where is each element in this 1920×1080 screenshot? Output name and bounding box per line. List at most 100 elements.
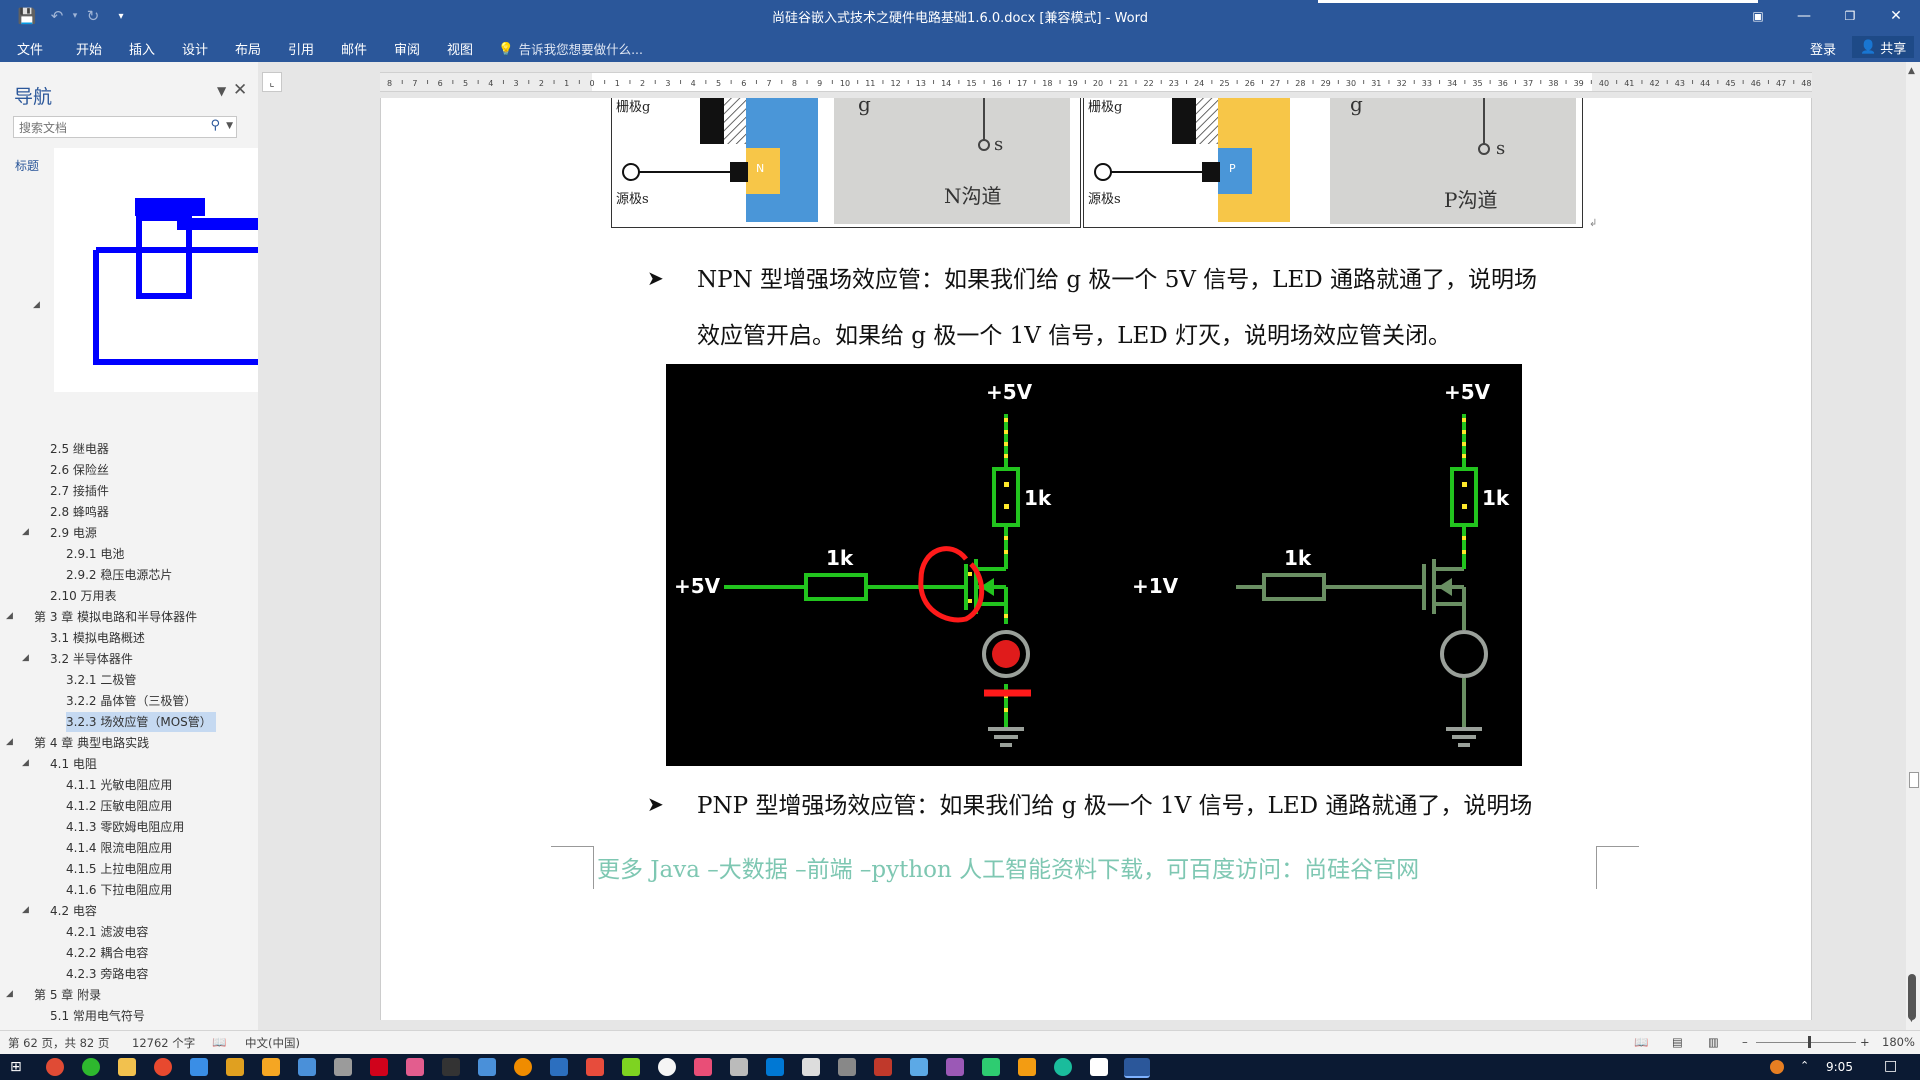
- tree-item[interactable]: 2.5 继电器: [50, 439, 113, 459]
- web-layout-icon[interactable]: ▥: [1708, 1035, 1719, 1049]
- title-search-box[interactable]: [1318, 0, 1758, 3]
- nav-options-icon[interactable]: ▼: [217, 84, 226, 98]
- ribbon-display-options-icon[interactable]: ▣: [1735, 0, 1781, 32]
- firefox-icon[interactable]: [514, 1058, 532, 1076]
- tab-references[interactable]: 引用: [288, 39, 314, 58]
- tree-item[interactable]: 4.1.4 限流电阻应用: [66, 838, 176, 858]
- app-icon[interactable]: [442, 1058, 460, 1076]
- app-icon[interactable]: [802, 1058, 820, 1076]
- vscode-icon[interactable]: [766, 1058, 784, 1076]
- tab-layout[interactable]: 布局: [235, 39, 261, 58]
- tray-expand-icon[interactable]: ⌃: [1800, 1059, 1809, 1072]
- app-icon[interactable]: [1054, 1058, 1072, 1076]
- tree-item[interactable]: 2.9.2 稳压电源芯片: [66, 565, 176, 585]
- tree-collapse-icon[interactable]: ◢: [22, 653, 32, 663]
- tree-item[interactable]: 4.1.3 零欧姆电阻应用: [66, 817, 188, 837]
- zoom-slider-thumb[interactable]: [1808, 1036, 1811, 1048]
- app-icon[interactable]: [694, 1058, 712, 1076]
- tree-item[interactable]: 第 3 章 模拟电路和半导体器件: [34, 607, 201, 627]
- wechat-icon[interactable]: [82, 1058, 100, 1076]
- app-icon[interactable]: [370, 1058, 388, 1076]
- login-link[interactable]: 登录: [1810, 39, 1836, 58]
- tree-item[interactable]: 2.9.1 电池: [66, 544, 128, 564]
- app-icon[interactable]: [478, 1058, 496, 1076]
- app-icon[interactable]: [874, 1058, 892, 1076]
- tab-home[interactable]: 开始: [76, 39, 102, 58]
- tab-view[interactable]: 视图: [447, 39, 473, 58]
- file-explorer-icon[interactable]: [118, 1058, 136, 1076]
- print-layout-icon[interactable]: ▤: [1672, 1035, 1683, 1049]
- app-icon[interactable]: [1090, 1058, 1108, 1076]
- tree-item[interactable]: 4.1 电阻: [50, 754, 101, 774]
- tree-item[interactable]: 3.2 半导体器件: [50, 649, 137, 669]
- tree-item[interactable]: 3.1 模拟电路概述: [50, 628, 149, 648]
- tree-collapse-icon[interactable]: ◢: [6, 989, 16, 999]
- notification-icon[interactable]: □: [1884, 1058, 1897, 1074]
- search-dropdown-icon[interactable]: ▼: [226, 121, 233, 131]
- tree-item[interactable]: 2.9 电源: [50, 523, 101, 543]
- tab-file[interactable]: 文件: [17, 39, 43, 58]
- zoom-slider[interactable]: [1756, 1042, 1856, 1043]
- nav-close-icon[interactable]: ✕: [233, 80, 247, 100]
- app-icon[interactable]: [1018, 1058, 1036, 1076]
- share-button[interactable]: 👤 共享: [1852, 36, 1915, 58]
- tree-collapse-icon[interactable]: ◢: [6, 737, 16, 747]
- tell-me-box[interactable]: 💡 告诉我您想要做什么...: [498, 39, 643, 58]
- app-icon[interactable]: [154, 1058, 172, 1076]
- word-count[interactable]: 12762 个字: [132, 1035, 195, 1051]
- scroll-up-icon[interactable]: ▲: [1908, 66, 1915, 76]
- tree-item[interactable]: 4.1.6 下拉电阻应用: [66, 880, 176, 900]
- read-mode-icon[interactable]: 📖: [1634, 1035, 1648, 1049]
- app-icon[interactable]: [334, 1058, 352, 1076]
- app-icon[interactable]: [838, 1058, 856, 1076]
- tab-review[interactable]: 审阅: [394, 39, 420, 58]
- app-icon[interactable]: [262, 1058, 280, 1076]
- tree-collapse-icon[interactable]: ◢: [6, 611, 16, 621]
- tree-item[interactable]: 4.1.5 上拉电阻应用: [66, 859, 176, 879]
- word-icon[interactable]: [1124, 1058, 1150, 1078]
- zoom-in-icon[interactable]: +: [1860, 1035, 1870, 1049]
- app-icon[interactable]: [550, 1058, 568, 1076]
- tree-item[interactable]: 4.2.3 旁路电容: [66, 964, 152, 984]
- app-icon[interactable]: [226, 1058, 244, 1076]
- clock[interactable]: 9:05: [1826, 1060, 1853, 1074]
- app-icon[interactable]: [982, 1058, 1000, 1076]
- tree-collapse-icon[interactable]: ◢: [22, 905, 32, 915]
- app-icon[interactable]: [190, 1058, 208, 1076]
- app-icon[interactable]: [946, 1058, 964, 1076]
- scroll-down-icon[interactable]: ▼: [1908, 1014, 1915, 1024]
- app-icon[interactable]: [730, 1058, 748, 1076]
- tree-item[interactable]: 2.10 万用表: [50, 586, 121, 606]
- restore-icon[interactable]: ❐: [1827, 0, 1873, 32]
- tree-item[interactable]: 4.2 电容: [50, 901, 101, 921]
- zoom-out-icon[interactable]: –: [1742, 1035, 1748, 1049]
- tree-item[interactable]: 2.8 蜂鸣器: [50, 502, 113, 522]
- tree-item[interactable]: 3.2.1 二极管: [66, 670, 140, 690]
- tree-item[interactable]: 4.2.1 滤波电容: [66, 922, 152, 942]
- chrome-icon[interactable]: [46, 1058, 64, 1076]
- zoom-level[interactable]: 180%: [1882, 1035, 1915, 1049]
- document-page[interactable]: 栅极g 源极s N g s N沟道 栅极g 源极s P g s P沟道 ↲ ➤ …: [380, 92, 1812, 1020]
- app-icon[interactable]: [910, 1058, 928, 1076]
- ime-icon[interactable]: [1770, 1060, 1784, 1074]
- search-icon[interactable]: ⚲: [210, 118, 220, 133]
- tree-item[interactable]: 第 4 章 典型电路实践: [34, 733, 153, 753]
- save-icon[interactable]: 💾: [16, 5, 38, 27]
- minimize-icon[interactable]: —: [1781, 0, 1827, 32]
- app-icon[interactable]: [298, 1058, 316, 1076]
- nav-tab-headings[interactable]: 标题: [15, 157, 39, 174]
- language-indicator[interactable]: 中文(中国): [245, 1035, 300, 1051]
- tree-collapse-icon[interactable]: ◢: [33, 300, 43, 310]
- tree-item[interactable]: 4.2.2 耦合电容: [66, 943, 152, 963]
- page-count[interactable]: 第 62 页，共 82 页: [8, 1035, 109, 1051]
- windows-start-icon[interactable]: ⊞: [10, 1059, 22, 1075]
- tree-item[interactable]: 3.2.2 晶体管（三极管）: [66, 691, 200, 711]
- app-icon[interactable]: [406, 1058, 424, 1076]
- tree-item[interactable]: 2.6 保险丝: [50, 460, 113, 480]
- vertical-scrollbar[interactable]: ▲ ▼: [1906, 62, 1920, 1030]
- close-icon[interactable]: ✕: [1873, 0, 1919, 32]
- tab-selector[interactable]: ⌞: [262, 72, 282, 92]
- tree-item[interactable]: 第 5 章 附录: [34, 985, 105, 1005]
- tree-item[interactable]: 5.1 常用电气符号: [50, 1006, 149, 1026]
- redo-icon[interactable]: ↻: [82, 5, 104, 27]
